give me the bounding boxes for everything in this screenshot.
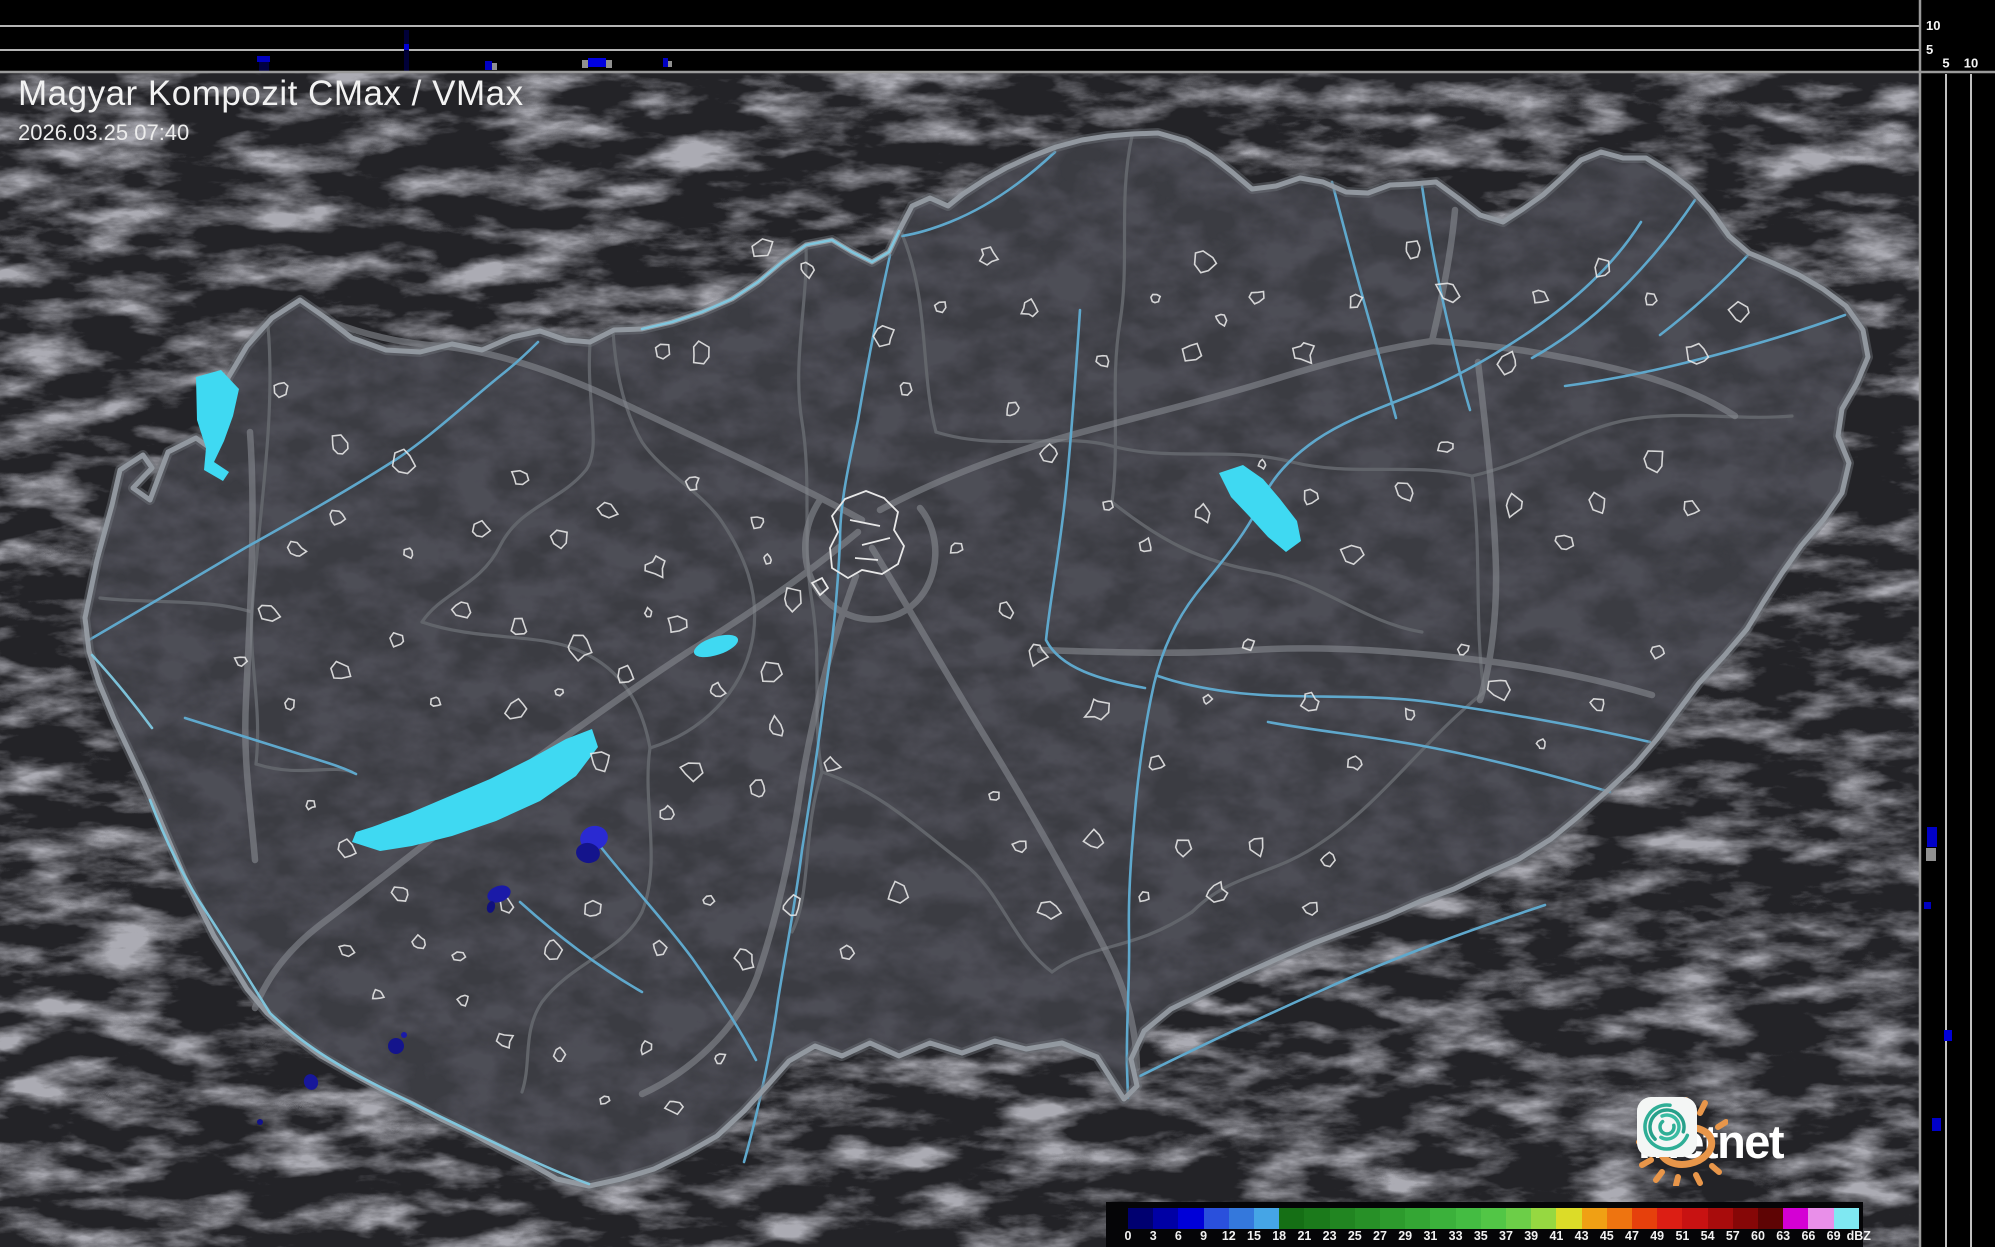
- title-block: Magyar Kompozit CMax / VMax 2026.03.25 0…: [18, 72, 524, 146]
- colorbar-tick-label: 29: [1398, 1229, 1413, 1243]
- radar-viewer: Magyar Kompozit CMax / VMax 2026.03.25 0…: [0, 0, 1995, 1247]
- colorbar-swatch: [1758, 1208, 1784, 1229]
- colorbar-tick-label: 41: [1549, 1229, 1564, 1243]
- colorbar-swatch: [1606, 1208, 1632, 1229]
- colorbar-swatch: [1354, 1208, 1380, 1229]
- colorbar-tick-label: 35: [1473, 1229, 1488, 1243]
- colorbar-tick-label: 49: [1650, 1229, 1665, 1243]
- colorbar-swatch: [1128, 1208, 1154, 1229]
- metnet-logo: metnet: [1636, 1096, 1797, 1186]
- top-axis-tick-label: 5: [1926, 41, 1934, 57]
- top-profile-mark: [257, 56, 270, 62]
- colorbar-tick-label: 12: [1221, 1229, 1236, 1243]
- colorbar-swatch: [1254, 1208, 1280, 1229]
- right-profile-mark: [1924, 902, 1931, 909]
- colorbar-tick-label: 18: [1272, 1229, 1287, 1243]
- radar-map-svg: [0, 0, 1995, 1247]
- colorbar-swatch: [1304, 1208, 1330, 1229]
- page-title: Magyar Kompozit CMax / VMax: [18, 74, 524, 113]
- top-profile-mark: [259, 62, 269, 71]
- right-profile-mark: [1932, 1118, 1941, 1131]
- right-profile-mark: [1944, 1030, 1952, 1041]
- colorbar-tick-label: dBZ: [1846, 1229, 1871, 1243]
- colorbar-tick-label: 39: [1524, 1229, 1539, 1243]
- colorbar-swatch: [1632, 1208, 1658, 1229]
- colorbar-swatch: [1833, 1208, 1859, 1229]
- colorbar-tick-label: 25: [1347, 1229, 1362, 1243]
- spiral-app-icon: [1637, 1097, 1697, 1157]
- colorbar-tick-label: 63: [1776, 1229, 1791, 1243]
- colorbar-swatch: [1279, 1208, 1305, 1229]
- colorbar-tick-label: 15: [1247, 1229, 1261, 1243]
- top-profile-mark: [663, 58, 668, 67]
- colorbar-tick-label: 21: [1297, 1229, 1312, 1243]
- top-profile-mark: [606, 60, 612, 68]
- radar-echo: [257, 1119, 263, 1125]
- colorbar-tick-label: 6: [1174, 1229, 1182, 1243]
- colorbar-swatch: [1153, 1208, 1179, 1229]
- colorbar-tick-label: 45: [1599, 1229, 1614, 1243]
- timestamp: 2026.03.25 07:40: [18, 119, 190, 145]
- colorbar-swatch: [1480, 1208, 1506, 1229]
- colorbar-swatch: [1380, 1208, 1406, 1229]
- top-profile-mark: [485, 61, 492, 70]
- colorbar-tick-label: 37: [1499, 1229, 1513, 1243]
- top-profile-mark: [404, 44, 409, 50]
- colorbar-swatch: [1682, 1208, 1708, 1229]
- top-profile-mark: [588, 58, 606, 67]
- colorbar-tick-label: 33: [1448, 1229, 1463, 1243]
- colorbar-tick-label: 43: [1574, 1229, 1589, 1243]
- colorbar-tick-label: 57: [1725, 1229, 1740, 1243]
- colorbar-swatch: [1405, 1208, 1431, 1229]
- colorbar-tick-label: 51: [1675, 1229, 1690, 1243]
- top-axis-tick-label: 10: [1926, 17, 1941, 33]
- colorbar-swatch: [1657, 1208, 1683, 1229]
- colorbar-tick-label: 47: [1625, 1229, 1639, 1243]
- top-profile-mark: [404, 30, 409, 71]
- colorbar-swatch: [1228, 1208, 1254, 1229]
- top-profile-mark: [492, 63, 497, 70]
- colorbar-swatch: [1732, 1208, 1758, 1229]
- colorbar-tick-label: 54: [1700, 1229, 1715, 1243]
- colorbar-tick-label: 66: [1801, 1229, 1816, 1243]
- colorbar-swatch: [1178, 1208, 1204, 1229]
- colorbar-swatch: [1203, 1208, 1229, 1229]
- colorbar-swatch: [1531, 1208, 1557, 1229]
- radar-echo: [401, 1032, 407, 1038]
- colorbar-swatch: [1707, 1208, 1733, 1229]
- radar-echo: [388, 1038, 404, 1054]
- colorbar-panel: 0 3 6 9 12 15 18 21 23 25 27 29 31 33 35 37 39 41 43 45 47 49…: [1106, 1202, 1871, 1247]
- colorbar-tick-label: 3: [1149, 1229, 1157, 1243]
- colorbar-tick-label: 0: [1124, 1229, 1132, 1243]
- colorbar-tick-label: 9: [1200, 1229, 1208, 1243]
- colorbar-swatch: [1329, 1208, 1355, 1229]
- colorbar-swatch: [1581, 1208, 1607, 1229]
- colorbar-swatch: [1808, 1208, 1834, 1229]
- colorbar-tick-label: 31: [1423, 1229, 1438, 1243]
- right-axis-tick-label: 10: [1963, 55, 1979, 71]
- colorbar-swatch: [1783, 1208, 1809, 1229]
- colorbar-swatch: [1455, 1208, 1481, 1229]
- colorbar-swatch: [1430, 1208, 1456, 1229]
- colorbar-swatch: [1506, 1208, 1532, 1229]
- map-area: [0, 72, 1920, 1247]
- top-profile-mark: [668, 61, 672, 67]
- right-profile-mark: [1927, 827, 1937, 847]
- right-profile-mark: [1926, 848, 1936, 861]
- colorbar-swatch: [1556, 1208, 1582, 1229]
- colorbar-tick-label: 69: [1826, 1229, 1841, 1243]
- colorbar-tick-label: 27: [1373, 1229, 1387, 1243]
- colorbar-tick-label: 23: [1322, 1229, 1337, 1243]
- top-profile-mark: [582, 60, 588, 68]
- right-axis-tick-label: 5: [1942, 55, 1950, 71]
- colorbar-tick-label: 60: [1751, 1229, 1765, 1243]
